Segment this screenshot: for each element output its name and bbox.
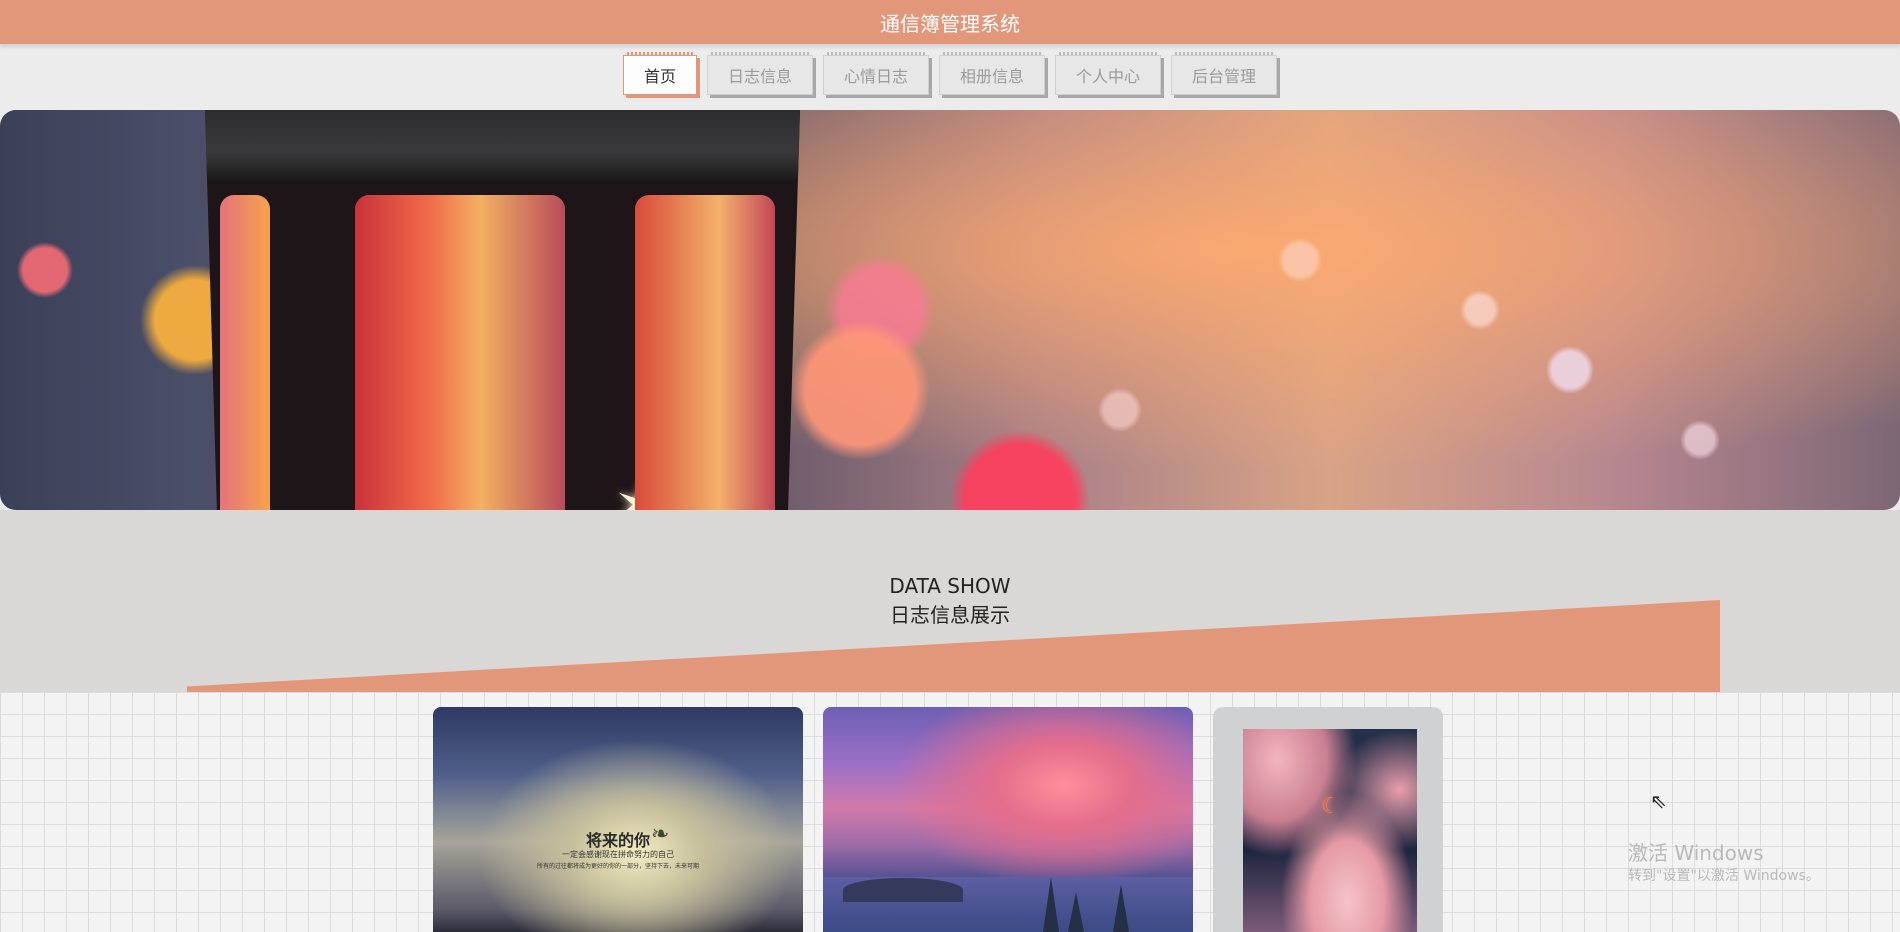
app-header: 通信簿管理系统 (0, 0, 1900, 44)
windows-activation-subtitle: 转到"设置"以激活 Windows。 (1628, 868, 1820, 884)
main-nav: 首页 日志信息 心情日志 相册信息 个人中心 后台管理 (0, 52, 1900, 97)
nav-item-home[interactable]: 首页 (622, 52, 697, 95)
app-title: 通信簿管理系统 (880, 11, 1020, 36)
lantern-cap (205, 110, 800, 180)
lantern-pane (635, 195, 775, 510)
card-image-subtitle: 一定会感谢现在拼命努力的自己 (562, 850, 674, 859)
windows-activation-title: 激活 Windows (1628, 841, 1764, 865)
nav-item-label: 首页 (643, 67, 676, 86)
diary-card[interactable] (823, 707, 1193, 932)
card-image-tiny-text: 所有的过往都将成为更好的你的一部分，坚持下去，未来可期 (536, 863, 699, 870)
card-image: ☾ (1243, 729, 1417, 932)
nav-item-mood-diary[interactable]: 心情日志 (822, 52, 929, 95)
nav-item-personal-center[interactable]: 个人中心 (1055, 52, 1162, 95)
nav-item-label: 相册信息 (960, 67, 1025, 86)
section-title-en: DATA SHOW (889, 574, 1011, 598)
tree-shape (1113, 884, 1129, 932)
moon-icon: ☾ (1321, 794, 1341, 819)
nav-item-album-info[interactable]: 相册信息 (939, 52, 1046, 95)
tree-shape (1043, 877, 1059, 932)
nav-item-diary-info[interactable]: 日志信息 (706, 52, 813, 95)
island-shape (843, 878, 963, 902)
nav-item-label: 心情日志 (843, 67, 908, 86)
mouse-cursor-icon: ⇖ (1650, 789, 1667, 813)
diary-card[interactable]: ☾ (1213, 707, 1443, 932)
lantern-pane: ✶ (355, 195, 667, 510)
nav-item-label: 后台管理 (1192, 67, 1257, 86)
nav-item-admin[interactable]: 后台管理 (1171, 52, 1278, 95)
lantern-pane (220, 195, 270, 510)
tree-shape (1068, 892, 1084, 932)
card-image-title: 将来的你 (585, 831, 650, 850)
nav-item-label: 个人中心 (1076, 67, 1141, 86)
lantern-image: ✶ (205, 110, 800, 510)
hero-banner: ✶ (0, 110, 1900, 510)
diary-card[interactable]: ❧ 将来的你 一定会感谢现在拼命努力的自己 所有的过往都将成为更好的你的一部分，… (433, 707, 803, 932)
nav-item-label: 日志信息 (727, 67, 792, 86)
